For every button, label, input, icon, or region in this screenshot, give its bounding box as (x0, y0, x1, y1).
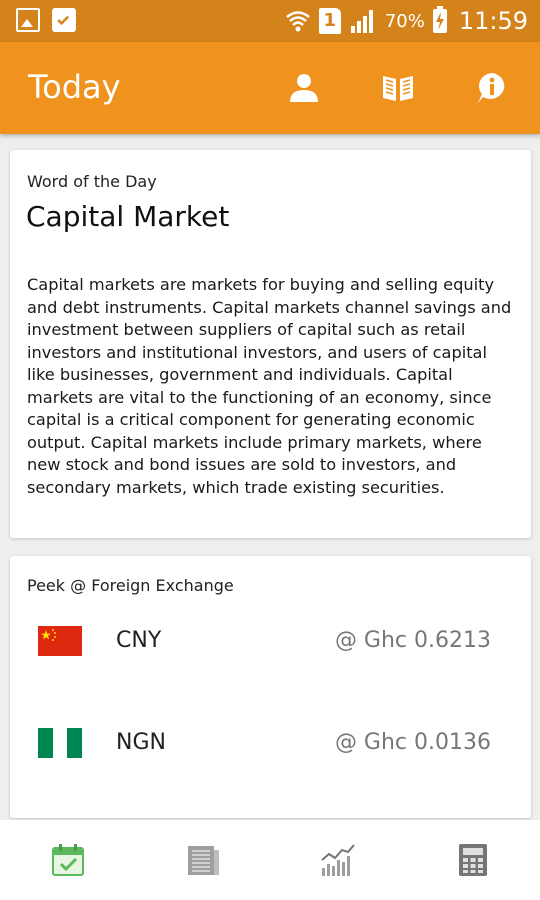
calendar-check-icon[interactable] (50, 842, 86, 878)
battery-percent: 70% (384, 10, 425, 32)
gallery-notification-icon (16, 8, 40, 32)
chart-icon[interactable] (320, 842, 356, 878)
word-definition: Capital markets are markets for buying a… (27, 275, 512, 497)
forex-row-ngn[interactable]: NGN @ Ghc 0.0136 (10, 714, 531, 774)
newspaper-icon[interactable] (185, 842, 221, 878)
info-icon[interactable] (474, 70, 510, 106)
exchange-rate: @ Ghc 0.0136 (334, 730, 491, 755)
nigeria-flag-icon (38, 728, 82, 758)
exchange-rate: @ Ghc 0.6213 (334, 628, 491, 653)
currency-code: NGN (116, 730, 166, 755)
calculator-icon[interactable] (455, 842, 491, 878)
app-bar: Today (0, 42, 540, 134)
book-icon[interactable] (380, 70, 416, 106)
word-of-day-card: Word of the Day Capital Market Capital m… (10, 150, 531, 538)
word-title: Capital Market (26, 200, 230, 233)
word-of-day-label: Word of the Day (27, 172, 157, 191)
briefcase-notification-icon (52, 8, 76, 32)
forex-label: Peek @ Foreign Exchange (27, 576, 234, 595)
signal-icon (349, 8, 377, 34)
currency-code: CNY (116, 628, 162, 653)
forex-row-cny[interactable]: CNY @ Ghc 0.6213 (10, 612, 531, 672)
sim-icon: 1 (318, 8, 341, 34)
wifi-icon (285, 8, 311, 34)
clock: 11:59 (458, 7, 528, 35)
person-icon[interactable] (286, 70, 322, 106)
china-flag-icon (38, 626, 82, 656)
battery-charging-icon (432, 6, 447, 33)
bottom-navigation (0, 820, 540, 900)
status-bar: 1 70% 11:59 (0, 0, 540, 42)
forex-card: Peek @ Foreign Exchange CNY @ Ghc 0.6213… (10, 556, 531, 818)
page-title: Today (28, 68, 121, 106)
